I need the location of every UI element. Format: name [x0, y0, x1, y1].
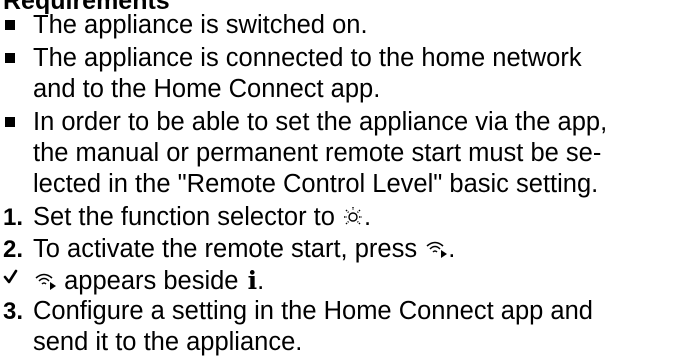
requirement-text: and to the Home Connect app. [33, 75, 381, 103]
requirement-text: The appliance is connected to the home n… [33, 44, 582, 72]
step-text: send it to the appliance. [33, 328, 303, 356]
result-period: . [257, 267, 265, 295]
step-1-period: . [364, 203, 372, 231]
requirement-text: The appliance is switched on. [33, 11, 368, 39]
instructions-page: Requirements The appliance is switched o… [0, 0, 689, 356]
step-text: Set the function selector to . [33, 202, 683, 233]
step-number: 3. [3, 298, 24, 325]
requirement-text: lected in the "Remote Control Level" bas… [33, 170, 599, 198]
bullet-icon [5, 117, 15, 127]
step-number: 1. [3, 204, 24, 231]
step-number: 2. [3, 236, 24, 263]
bullet-icon [5, 20, 15, 30]
remote-start-icon [35, 273, 56, 290]
info-icon: i [247, 266, 258, 295]
requirement-text: In order to be able to set the appliance… [33, 108, 608, 136]
remote-start-icon [426, 241, 448, 258]
step-2-period: . [448, 235, 456, 263]
result-label: appears beside [64, 267, 239, 295]
step-1-label: Set the function selector to [33, 203, 335, 231]
step-2-label: To activate the remote start, press [33, 235, 418, 263]
requirement-text: the manual or permanent remote start mus… [33, 139, 602, 167]
step-text: Configure a setting in the Home Connect … [33, 297, 593, 325]
step-text: To activate the remote start, press . [33, 234, 683, 265]
bullet-icon [5, 53, 15, 63]
result-text: appears beside i. [33, 265, 683, 297]
check-icon [3, 269, 18, 284]
light-icon [344, 207, 363, 225]
